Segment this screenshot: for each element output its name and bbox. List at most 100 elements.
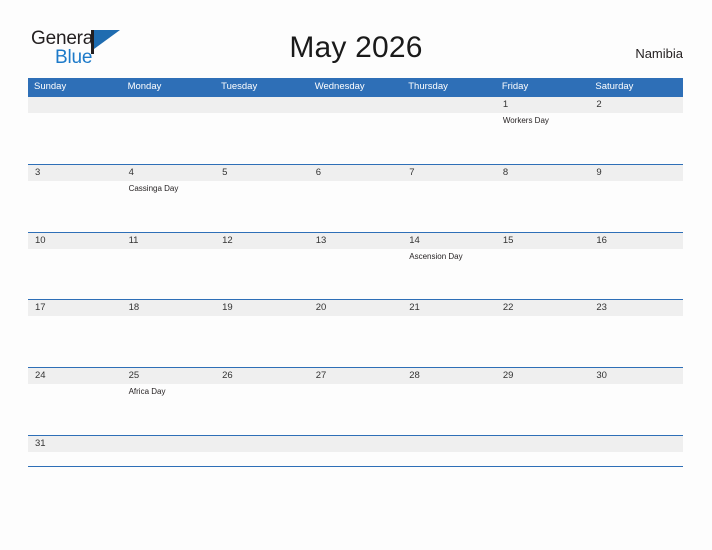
- day-number[interactable]: 23: [589, 300, 683, 316]
- week-row: 31: [28, 434, 683, 466]
- page-header: General Blue May 2026 Namibia: [0, 0, 712, 76]
- day-event: [496, 316, 590, 364]
- day-number[interactable]: 22: [496, 300, 590, 316]
- week-event-band: Cassinga Day: [28, 181, 683, 229]
- week-date-band: 3 4 5 6 7 8 9: [28, 164, 683, 181]
- week-row: 24 25 26 27 28 29 30 Africa Day: [28, 367, 683, 435]
- day-number[interactable]: [402, 97, 496, 113]
- day-number[interactable]: 1: [496, 97, 590, 113]
- country-label: Namibia: [635, 46, 683, 61]
- day-number[interactable]: 28: [402, 368, 496, 384]
- day-number[interactable]: 12: [215, 233, 309, 249]
- day-header-friday: Friday: [501, 81, 529, 92]
- day-event: [402, 181, 496, 229]
- day-number[interactable]: 15: [496, 233, 590, 249]
- day-number[interactable]: 14: [402, 233, 496, 249]
- day-number[interactable]: [122, 436, 216, 452]
- day-number[interactable]: 2: [589, 97, 683, 113]
- day-number[interactable]: 26: [215, 368, 309, 384]
- day-of-week-header-row: Sunday Monday Tuesday Wednesday Thursday…: [28, 78, 683, 96]
- day-event: [402, 384, 496, 432]
- day-event: [28, 316, 122, 364]
- day-number[interactable]: 9: [589, 165, 683, 181]
- week-date-band: 17 18 19 20 21 22 23: [28, 300, 683, 317]
- day-event: [309, 113, 403, 161]
- day-number[interactable]: 21: [402, 300, 496, 316]
- week-event-band: Workers Day: [28, 113, 683, 161]
- week-row: 3 4 5 6 7 8 9 Cassinga Day: [28, 163, 683, 232]
- day-number[interactable]: [309, 436, 403, 452]
- day-number[interactable]: 20: [309, 300, 403, 316]
- week-date-band: 1 2: [28, 97, 683, 113]
- day-number[interactable]: 3: [28, 165, 122, 181]
- day-number[interactable]: 7: [402, 165, 496, 181]
- day-number[interactable]: 6: [309, 165, 403, 181]
- day-event: [496, 181, 590, 229]
- week-row: 17 18 19 20 21 22 23: [28, 299, 683, 367]
- day-event: [309, 316, 403, 364]
- day-event: [589, 249, 683, 297]
- day-event: Cassinga Day: [128, 183, 179, 193]
- day-number[interactable]: 4: [122, 165, 216, 181]
- day-event: [28, 384, 122, 432]
- week-date-band: 24 25 26 27 28 29 30: [28, 368, 683, 385]
- week-event-band: Ascension Day: [28, 249, 683, 297]
- day-event: [589, 384, 683, 432]
- day-event: [402, 316, 496, 364]
- week-row: 10 11 12 13 14 15 16 Ascension Day: [28, 231, 683, 300]
- day-event: [215, 113, 309, 161]
- day-number[interactable]: [309, 97, 403, 113]
- week-event-band: Africa Day: [28, 384, 683, 432]
- day-number[interactable]: 10: [28, 233, 122, 249]
- week-row: 1 2 Workers Day: [28, 96, 683, 164]
- day-number[interactable]: [589, 436, 683, 452]
- day-number[interactable]: 8: [496, 165, 590, 181]
- day-event: [28, 181, 122, 229]
- day-event: [122, 249, 216, 297]
- day-number[interactable]: [215, 97, 309, 113]
- day-number[interactable]: 11: [122, 233, 216, 249]
- day-number[interactable]: [402, 436, 496, 452]
- page-title: May 2026: [289, 31, 423, 64]
- calendar-bottom-rule: [28, 465, 683, 467]
- day-number[interactable]: 29: [496, 368, 590, 384]
- day-event: [402, 113, 496, 161]
- day-number[interactable]: 13: [309, 233, 403, 249]
- day-number[interactable]: [28, 97, 122, 113]
- day-event: Workers Day: [502, 116, 549, 125]
- day-number[interactable]: 16: [589, 233, 683, 249]
- week-date-band: 10 11 12 13 14 15 16: [28, 232, 683, 249]
- day-header-monday: Monday: [127, 81, 162, 92]
- day-number[interactable]: 24: [28, 368, 122, 384]
- day-event: [309, 249, 403, 297]
- day-number[interactable]: 30: [589, 368, 683, 384]
- day-event: [589, 181, 683, 229]
- day-header-thursday: Thursday: [408, 81, 448, 92]
- day-number[interactable]: [496, 436, 590, 452]
- day-event: [215, 316, 309, 364]
- day-number[interactable]: 27: [309, 368, 403, 384]
- day-header-saturday: Saturday: [595, 81, 634, 92]
- day-event: Africa Day: [128, 387, 166, 397]
- day-number[interactable]: 17: [28, 300, 122, 316]
- day-number[interactable]: [215, 436, 309, 452]
- day-number[interactable]: 31: [28, 436, 122, 452]
- day-event: [28, 113, 122, 161]
- day-number[interactable]: [122, 97, 216, 113]
- day-event: Ascension Day: [409, 251, 463, 261]
- day-event: [215, 249, 309, 297]
- day-number[interactable]: 25: [122, 368, 216, 384]
- day-header-sunday: Sunday: [34, 81, 67, 92]
- day-header-tuesday: Tuesday: [221, 81, 258, 92]
- day-event: [215, 181, 309, 229]
- day-number[interactable]: 5: [215, 165, 309, 181]
- day-event: [122, 113, 216, 161]
- week-event-band: [28, 316, 683, 364]
- month-calendar-grid: Sunday Monday Tuesday Wednesday Thursday…: [28, 78, 683, 467]
- day-number[interactable]: 19: [215, 300, 309, 316]
- day-event: [309, 181, 403, 229]
- day-event: [122, 316, 216, 364]
- day-event: [309, 384, 403, 432]
- day-number[interactable]: 18: [122, 300, 216, 316]
- day-event: [28, 249, 122, 297]
